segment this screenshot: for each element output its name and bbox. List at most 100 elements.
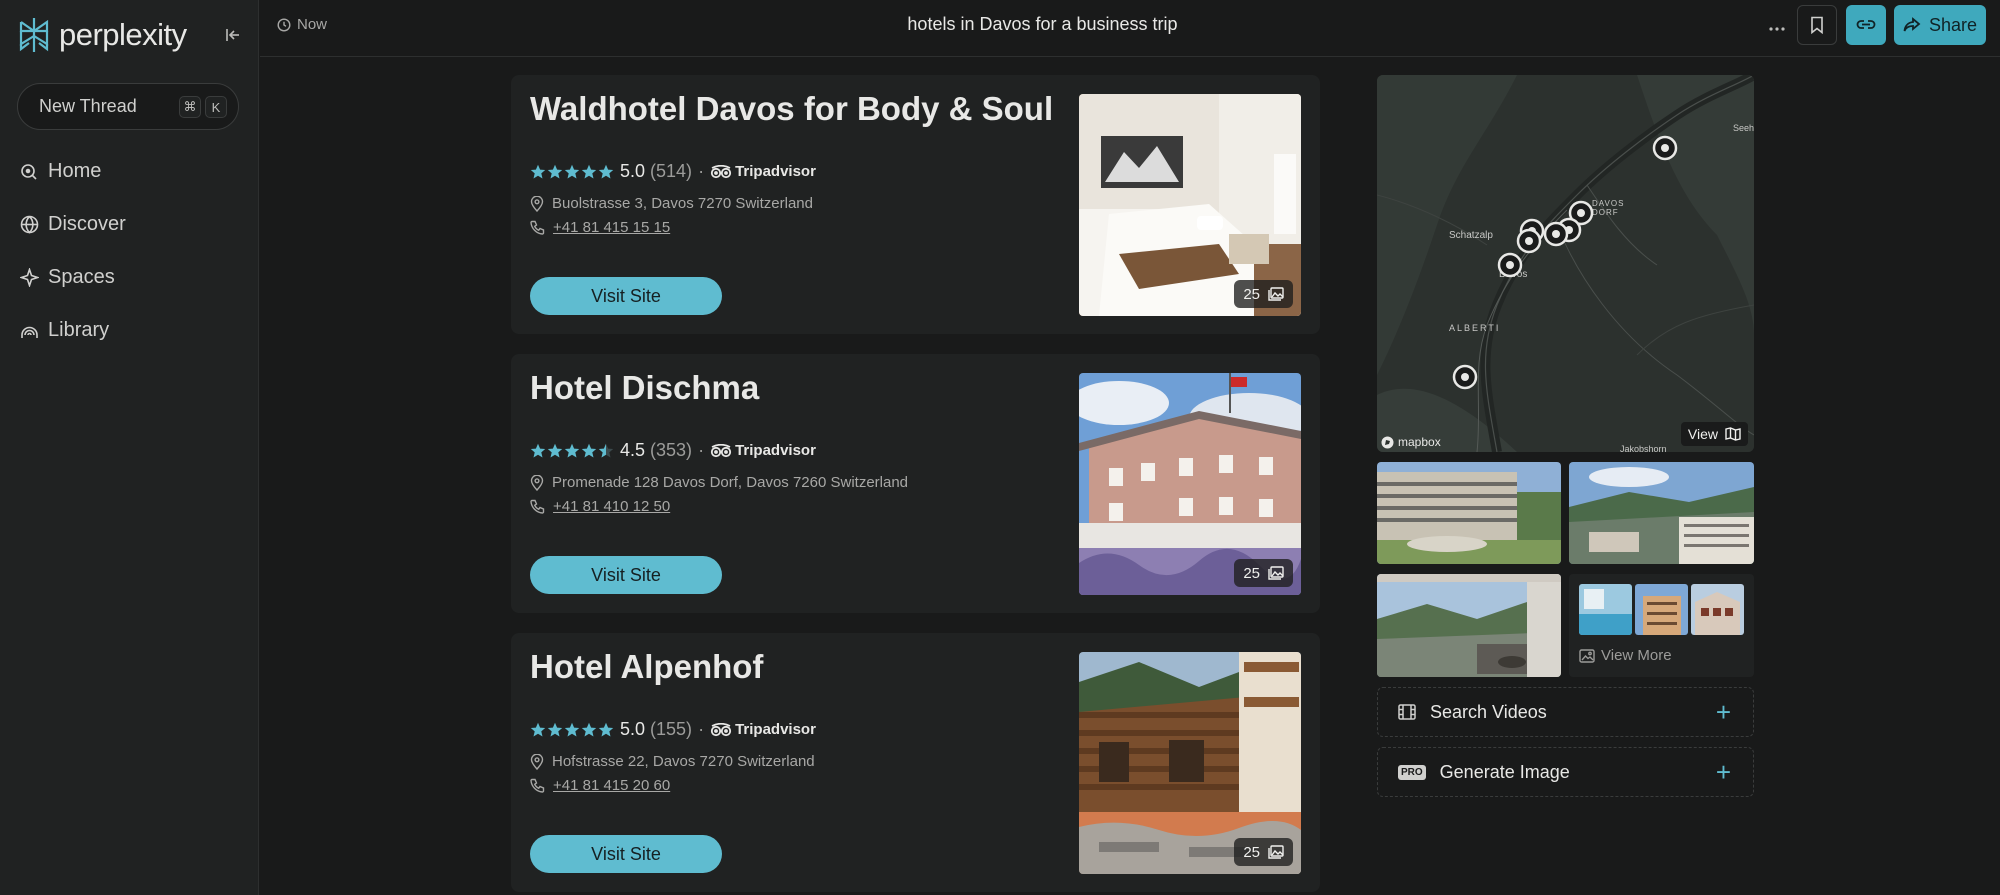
tripadvisor-badge[interactable]: Tripadvisor [710, 163, 816, 180]
phone-row[interactable]: +41 81 410 12 50 [530, 498, 670, 515]
plus-icon: + [1715, 697, 1731, 727]
library-icon [19, 321, 39, 341]
nav-library-label: Library [48, 319, 110, 341]
map-pin-icon [1652, 135, 1678, 161]
view-more-label: View More [1601, 647, 1672, 664]
star-icon [547, 164, 563, 178]
hotel-card: Hotel Dischma 4.5 (353) · Tripadvisor Pr… [511, 354, 1320, 613]
davos-town-image [1569, 462, 1754, 564]
photo-count-badge: 25 [1234, 838, 1293, 866]
link-icon [1856, 20, 1876, 29]
gallery-thumbnail[interactable] [1377, 574, 1561, 677]
review-count: (155) [650, 719, 693, 739]
gallery-thumbnail[interactable] [1377, 462, 1561, 564]
hotel-front-image [1691, 584, 1744, 635]
image-icon [1579, 648, 1595, 663]
phone-icon [530, 778, 545, 793]
location-pin-icon [530, 474, 544, 491]
star-rating [530, 443, 614, 459]
perplexity-logo-icon [19, 18, 49, 52]
review-count: (353) [650, 440, 693, 460]
logo[interactable]: perplexity [17, 16, 187, 54]
share-icon [1903, 17, 1921, 32]
mapbox-logo-icon [1381, 436, 1394, 448]
star-icon [598, 722, 614, 736]
map-panel[interactable]: Schatzalp Davos ALBERTI Seehorn Jakobsho… [1377, 75, 1754, 452]
thread-title: hotels in Davos for a business trip [907, 14, 1178, 34]
star-icon [581, 443, 597, 457]
visit-site-button[interactable]: Visit Site [530, 835, 722, 873]
share-button[interactable]: Share [1894, 5, 1986, 45]
search-videos-button[interactable]: Search Videos + [1377, 687, 1754, 737]
view-more-link[interactable]: View More [1579, 647, 1672, 664]
location-pin-icon [530, 195, 544, 212]
copy-link-button[interactable] [1846, 5, 1886, 45]
bookmark-icon [1811, 16, 1823, 34]
hotel-phone-link[interactable]: +41 81 415 20 60 [553, 777, 670, 794]
source-label: Tripadvisor [735, 442, 816, 459]
map-pin-icon [1452, 364, 1478, 390]
hotel-photo[interactable]: 25 [1079, 94, 1301, 316]
star-rating [530, 164, 614, 180]
mapbox-attribution[interactable]: mapbox [1381, 435, 1441, 449]
rating-value: 4.5 [620, 440, 646, 460]
visit-site-button[interactable]: Visit Site [530, 277, 722, 315]
star-icon [530, 443, 546, 457]
half-star-icon [598, 443, 614, 457]
hotel-address: Promenade 128 Davos Dorf, Davos 7260 Swi… [552, 474, 909, 491]
generate-image-button[interactable]: PRO Generate Image + [1377, 747, 1754, 797]
tripadvisor-badge[interactable]: Tripadvisor [710, 721, 816, 738]
hotel-photo[interactable]: 25 [1079, 373, 1301, 595]
mini-thumbnail [1635, 584, 1688, 635]
hotel-card: Hotel Alpenhof 5.0 (155) · Tripadvisor H… [511, 633, 1320, 892]
film-icon [1398, 704, 1416, 720]
view-map-label: View [1687, 426, 1718, 442]
phone-row[interactable]: +41 81 415 15 15 [530, 219, 670, 236]
hotel-photo[interactable]: 25 [1079, 652, 1301, 874]
tripadvisor-badge[interactable]: Tripadvisor [710, 442, 816, 459]
nav-discover[interactable]: Discover [19, 213, 126, 236]
map-icon [1725, 427, 1741, 441]
hotel-building-image [1377, 462, 1561, 564]
plus-icon: + [1715, 757, 1731, 787]
share-label: Share [1928, 14, 1978, 35]
tripadvisor-icon [710, 722, 732, 736]
sidebar: perplexity New Thread ⌘ K Home Discover … [0, 0, 259, 895]
location-pin-icon [530, 753, 544, 770]
nav-library[interactable]: Library [19, 319, 109, 342]
new-thread-button[interactable]: New Thread ⌘ K [17, 83, 239, 130]
collapse-icon [226, 29, 239, 41]
nav-spaces[interactable]: Spaces [19, 266, 115, 289]
more-icon [1769, 27, 1785, 31]
map-pin-icon [1516, 228, 1542, 254]
bookmark-button[interactable] [1797, 5, 1837, 45]
view-map-button[interactable]: View [1680, 422, 1748, 446]
mapbox-label: mapbox [1398, 435, 1441, 449]
hotel-phone-link[interactable]: +41 81 415 15 15 [553, 219, 670, 236]
review-count: (514) [650, 161, 693, 181]
photo-count: 25 [1243, 564, 1260, 582]
phone-row[interactable]: +41 81 415 20 60 [530, 777, 670, 794]
nav-home[interactable]: Home [19, 160, 101, 183]
visit-site-button[interactable]: Visit Site [530, 556, 722, 594]
thread-header: Now hotels in Davos for a business trip … [260, 0, 2000, 57]
gallery-thumbnail[interactable] [1569, 462, 1754, 564]
hotel-name: Hotel Dischma [530, 369, 760, 406]
view-more-images[interactable]: View More [1569, 574, 1754, 677]
mini-thumbnail [1579, 584, 1632, 635]
logo-text: perplexity [59, 17, 187, 52]
more-options-button[interactable] [1760, 12, 1794, 46]
photo-count-badge: 25 [1234, 280, 1293, 308]
search-videos-label: Search Videos [1430, 701, 1547, 722]
star-rating [530, 722, 614, 738]
images-icon [1268, 566, 1284, 580]
nav-discover-label: Discover [48, 213, 126, 235]
pro-badge: PRO [1398, 764, 1426, 780]
hotel-name: Hotel Alpenhof [530, 648, 764, 685]
hotel-phone-link[interactable]: +41 81 410 12 50 [553, 498, 670, 515]
source-label: Tripadvisor [735, 721, 816, 738]
collapse-sidebar-button[interactable] [222, 24, 244, 46]
new-thread-label: New Thread [39, 96, 137, 116]
star-icon [581, 722, 597, 736]
star-icon [530, 164, 546, 178]
